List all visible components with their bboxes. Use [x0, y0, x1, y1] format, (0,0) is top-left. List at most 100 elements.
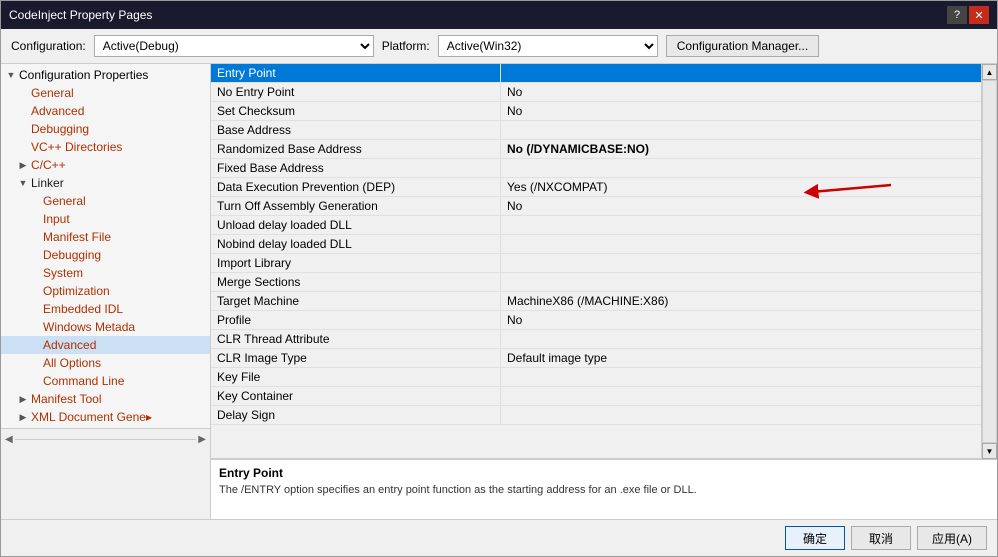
prop-row-no-entry-point[interactable]: No Entry Point No [211, 83, 981, 102]
apply-button[interactable]: 应用(A) [917, 526, 987, 550]
prop-name-nobind-delay: Nobind delay loaded DLL [211, 235, 501, 253]
properties-panel: Entry Point No Entry Point No Set Checks… [211, 64, 997, 519]
main-content: ▼ Configuration Properties General Advan… [1, 64, 997, 519]
prop-name-set-checksum: Set Checksum [211, 102, 501, 120]
tree-label-linker-system: System [43, 266, 83, 280]
property-pages-window: CodeInject Property Pages ? ✕ Configurat… [0, 0, 998, 557]
prop-name-turn-off-assembly: Turn Off Assembly Generation [211, 197, 501, 215]
prop-value-merge-sections [501, 273, 981, 291]
tree-label-linker-alloptions: All Options [43, 356, 101, 370]
prop-name-clr-thread: CLR Thread Attribute [211, 330, 501, 348]
tree-item-advanced[interactable]: Advanced [1, 102, 210, 120]
prop-name-key-container: Key Container [211, 387, 501, 405]
tree-label-linker-embedded: Embedded IDL [43, 302, 123, 316]
prop-name-merge-sections: Merge Sections [211, 273, 501, 291]
prop-row-fixed-base[interactable]: Fixed Base Address [211, 159, 981, 178]
prop-row-clr-thread[interactable]: CLR Thread Attribute [211, 330, 981, 349]
tree-expander-linker-system [29, 267, 41, 279]
tree-label-linker-general: General [43, 194, 86, 208]
toolbar: Configuration: Active(Debug) Platform: A… [1, 29, 997, 64]
tree-item-root[interactable]: ▼ Configuration Properties [1, 66, 210, 84]
prop-row-key-file[interactable]: Key File [211, 368, 981, 387]
tree-item-linker-cmdline[interactable]: Command Line [1, 372, 210, 390]
tree-expander-general [17, 87, 29, 99]
prop-row-import-library[interactable]: Import Library [211, 254, 981, 273]
tree-expander-linker-winmeta [29, 321, 41, 333]
prop-name-randomized-base: Randomized Base Address [211, 140, 501, 158]
prop-row-base-address[interactable]: Base Address [211, 121, 981, 140]
config-manager-button[interactable]: Configuration Manager... [666, 35, 819, 57]
tree-item-cpp[interactable]: ▶ C/C++ [1, 156, 210, 174]
tree-label-linker-debugging: Debugging [43, 248, 101, 262]
prop-value-key-file [501, 368, 981, 386]
prop-name-delay-sign: Delay Sign [211, 406, 501, 424]
tree-item-debugging[interactable]: Debugging [1, 120, 210, 138]
scroll-up-button[interactable]: ▲ [982, 64, 997, 80]
tree-expander-linker-input [29, 213, 41, 225]
tree-item-linker-alloptions[interactable]: All Options [1, 354, 210, 372]
prop-value-delay-sign [501, 406, 981, 424]
window-title: CodeInject Property Pages [9, 8, 152, 22]
tree-label-general: General [31, 86, 74, 100]
tree-item-linker[interactable]: ▼ Linker [1, 174, 210, 192]
prop-row-clr-image[interactable]: CLR Image Type Default image type [211, 349, 981, 368]
tree-scroll-right[interactable]: ▶ [198, 434, 206, 445]
tree-expander-linker: ▼ [17, 177, 29, 189]
tree-scroll-left[interactable]: ◀ [5, 434, 13, 445]
tree-item-linker-system[interactable]: System [1, 264, 210, 282]
tree-item-linker-debugging[interactable]: Debugging [1, 246, 210, 264]
tree-item-linker-general[interactable]: General [1, 192, 210, 210]
tree-expander-linker-alloptions [29, 357, 41, 369]
prop-row-target-machine[interactable]: Target Machine MachineX86 (/MACHINE:X86) [211, 292, 981, 311]
prop-row-dep[interactable]: Data Execution Prevention (DEP) Yes (/NX… [211, 178, 981, 197]
tree-item-general[interactable]: General [1, 84, 210, 102]
tree-label-cpp: C/C++ [31, 158, 66, 172]
tree-item-linker-embedded[interactable]: Embedded IDL [1, 300, 210, 318]
prop-row-turn-off-assembly[interactable]: Turn Off Assembly Generation No [211, 197, 981, 216]
prop-row-nobind-delay[interactable]: Nobind delay loaded DLL [211, 235, 981, 254]
tree-item-linker-manifest[interactable]: Manifest File [1, 228, 210, 246]
prop-name-profile: Profile [211, 311, 501, 329]
title-bar: CodeInject Property Pages ? ✕ [1, 1, 997, 29]
prop-value-randomized-base: No (/DYNAMICBASE:NO) [501, 140, 981, 158]
help-button[interactable]: ? [947, 6, 967, 24]
scroll-down-button[interactable]: ▼ [982, 443, 997, 459]
prop-value-set-checksum: No [501, 102, 981, 120]
tree-item-linker-advanced[interactable]: Advanced [1, 336, 210, 354]
tree-item-linker-winmeta[interactable]: Windows Metada [1, 318, 210, 336]
cancel-button[interactable]: 取消 [851, 526, 911, 550]
prop-row-randomized-base[interactable]: Randomized Base Address No (/DYNAMICBASE… [211, 140, 981, 159]
prop-value-unload-delay [501, 216, 981, 234]
tree-item-vc-dirs[interactable]: VC++ Directories [1, 138, 210, 156]
prop-row-delay-sign[interactable]: Delay Sign [211, 406, 981, 425]
tree-item-xml-doc[interactable]: ▶ XML Document Gene▸ [1, 408, 210, 426]
prop-name-unload-delay: Unload delay loaded DLL [211, 216, 501, 234]
prop-row-key-container[interactable]: Key Container [211, 387, 981, 406]
prop-row-unload-delay[interactable]: Unload delay loaded DLL [211, 216, 981, 235]
tree-item-linker-input[interactable]: Input [1, 210, 210, 228]
description-panel: Entry Point The /ENTRY option specifies … [211, 459, 997, 519]
tree-expander-root: ▼ [5, 69, 17, 81]
prop-row-entry-point[interactable]: Entry Point [211, 64, 981, 83]
platform-dropdown[interactable]: Active(Win32) [438, 35, 658, 57]
prop-name-fixed-base: Fixed Base Address [211, 159, 501, 177]
tree-item-manifest-tool[interactable]: ▶ Manifest Tool [1, 390, 210, 408]
title-bar-left: CodeInject Property Pages [9, 8, 152, 22]
close-button[interactable]: ✕ [969, 6, 989, 24]
tree-label-linker-manifest: Manifest File [43, 230, 111, 244]
config-dropdown[interactable]: Active(Debug) [94, 35, 374, 57]
prop-value-profile: No [501, 311, 981, 329]
prop-row-profile[interactable]: Profile No [211, 311, 981, 330]
config-label: Configuration: [11, 39, 86, 53]
prop-row-set-checksum[interactable]: Set Checksum No [211, 102, 981, 121]
ok-button[interactable]: 确定 [785, 526, 845, 550]
prop-value-turn-off-assembly: No [501, 197, 981, 215]
tree-expander-advanced [17, 105, 29, 117]
tree-item-linker-optimization[interactable]: Optimization [1, 282, 210, 300]
tree-label-linker-advanced: Advanced [43, 338, 96, 352]
prop-row-merge-sections[interactable]: Merge Sections [211, 273, 981, 292]
prop-value-dep: Yes (/NXCOMPAT) [501, 178, 981, 196]
prop-name-target-machine: Target Machine [211, 292, 501, 310]
tree-panel: ▼ Configuration Properties General Advan… [1, 64, 211, 428]
prop-name-entry-point: Entry Point [211, 64, 501, 82]
